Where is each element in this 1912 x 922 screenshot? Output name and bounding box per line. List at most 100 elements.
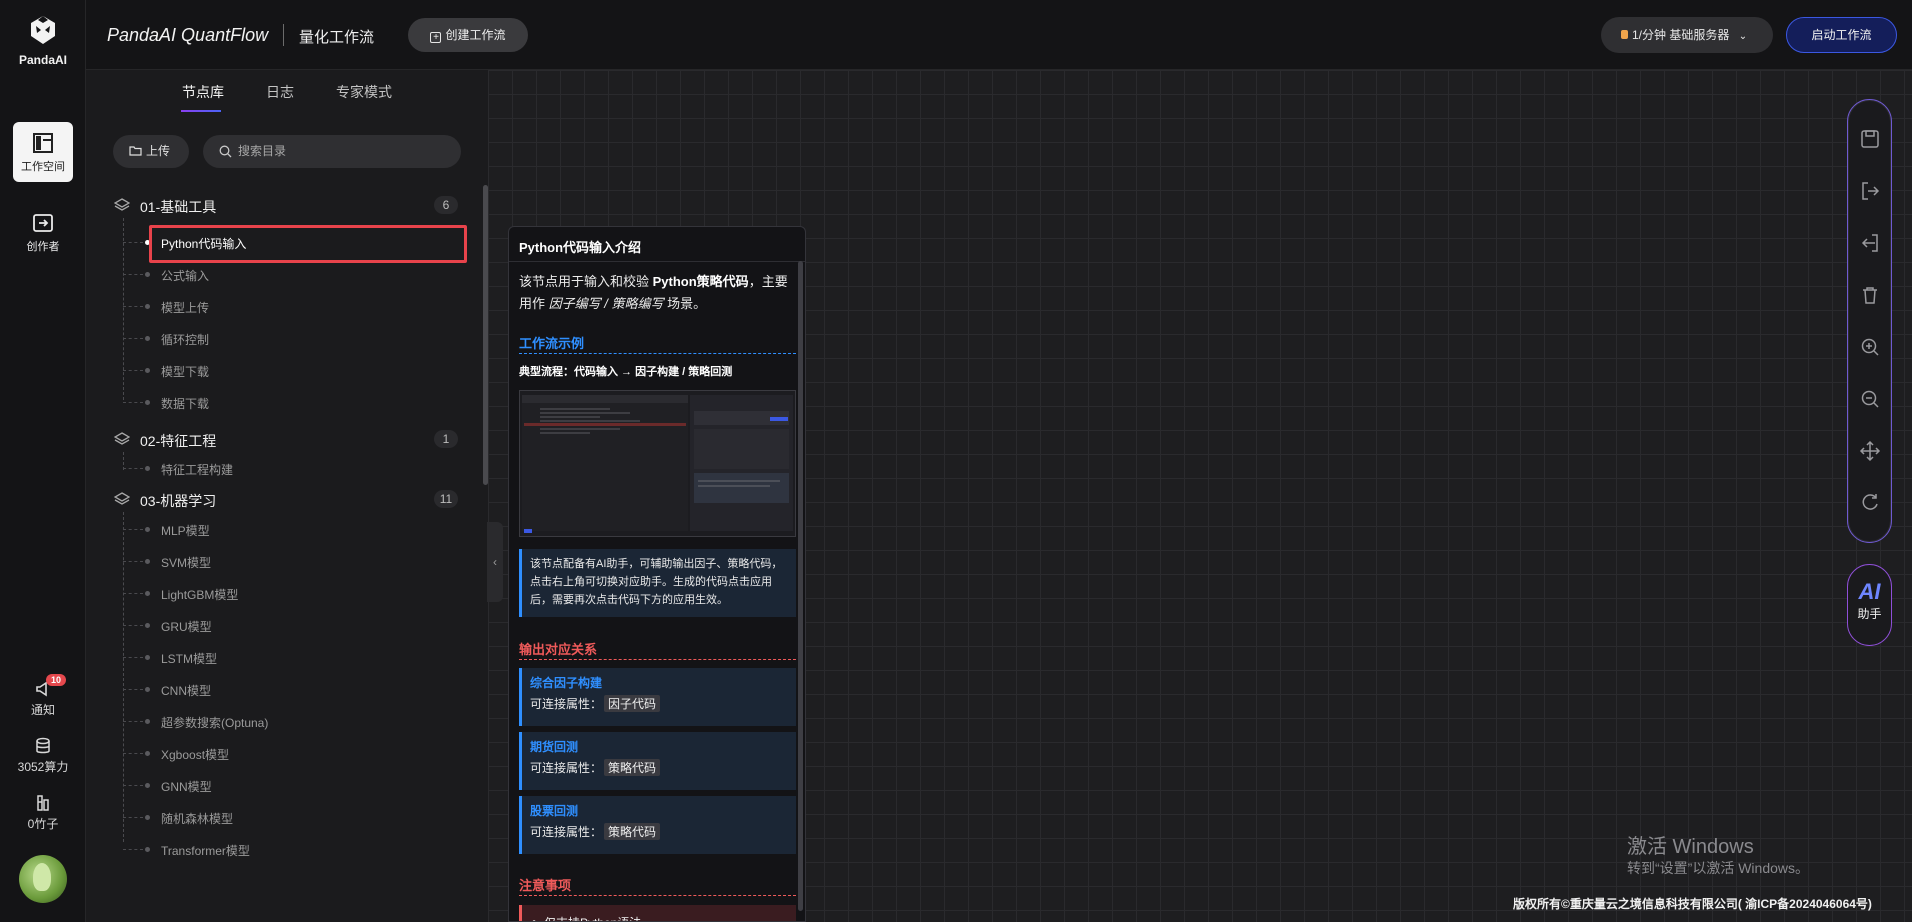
attr-tag: 策略代码 xyxy=(604,823,661,840)
panel-scrollbar[interactable] xyxy=(483,185,488,485)
node-item-label: SVM模型 xyxy=(161,556,212,570)
search-input[interactable]: 搜索目录 xyxy=(203,135,461,168)
folder-icon xyxy=(129,146,142,156)
tree-branch xyxy=(123,274,143,275)
bamboo-icon xyxy=(37,795,49,811)
save-icon[interactable] xyxy=(1859,128,1881,150)
rail-compute-label: 3052算力 xyxy=(17,760,69,774)
bullet xyxy=(145,655,150,660)
node-item-label: CNN模型 xyxy=(161,684,211,698)
output-card-attr: 可连接属性： 因子代码 xyxy=(530,695,788,712)
attr-label: 可连接属性： xyxy=(530,825,603,839)
bullet xyxy=(145,336,150,341)
launch-workflow-button[interactable]: 启动工作流 xyxy=(1786,17,1897,53)
example-screenshot xyxy=(519,390,796,537)
tab-expert-mode[interactable]: 专家模式 xyxy=(336,82,392,102)
output-card-title: 股票回测 xyxy=(530,804,579,818)
bullet xyxy=(145,623,150,628)
zoom-out-icon[interactable] xyxy=(1859,388,1881,410)
copyright: 版权所有©重庆量云之境信息科技有限公司( 渝ICP备2024046064号) xyxy=(1513,897,1872,911)
rail-workspace-label: 工作空间 xyxy=(21,161,65,173)
bullet xyxy=(145,719,150,724)
node-item-label: MLP模型 xyxy=(161,524,210,538)
bullet xyxy=(145,847,150,852)
upload-label: 上传 xyxy=(146,144,171,158)
rail-creator-label: 创作者 xyxy=(26,241,60,253)
bullet xyxy=(145,687,150,692)
note-bullet: • xyxy=(532,915,537,922)
plus-icon: + xyxy=(430,32,442,43)
upload-button[interactable]: 上传 xyxy=(113,135,189,168)
app-root: PandaAI 工作空间 创作者 10 通知 3052算力 0竹子 PandaA… xyxy=(0,0,1912,922)
logo[interactable]: PandaAI xyxy=(0,14,86,67)
panel-tabs: 节点库 日志 专家模式 xyxy=(86,70,488,112)
rail-notify[interactable]: 10 通知 xyxy=(0,674,86,718)
attr-label: 可连接属性： xyxy=(530,697,603,711)
category-name: 02-特征工程 xyxy=(140,433,217,449)
node-item-label: 模型上传 xyxy=(161,301,210,315)
section-notes-title: 注意事项 xyxy=(519,878,572,893)
chevron-down-icon: ⌄ xyxy=(1738,31,1748,42)
selection-highlight xyxy=(149,225,467,263)
output-card: 股票回测 可连接属性： 策略代码 xyxy=(519,796,796,854)
rail-bamboo[interactable]: 0竹子 xyxy=(0,794,86,832)
bullet xyxy=(145,466,150,471)
category-count: 1 xyxy=(434,430,458,448)
tree-branch xyxy=(123,338,143,339)
typical-flow: 典型流程：代码输入 → 因子构建 / 策略回测 xyxy=(519,366,733,378)
tab-log[interactable]: 日志 xyxy=(266,82,294,102)
layers-icon xyxy=(114,492,130,505)
tree-branch xyxy=(123,689,143,690)
collapse-panel-button[interactable]: ‹ xyxy=(487,522,503,602)
creator-icon xyxy=(33,214,53,232)
tree-branch xyxy=(123,625,143,626)
ai-assistant-tip: 该节点配备有AI助手，可辅助输出因子、策略代码，点击右上角可切换对应助手。生成的… xyxy=(519,549,796,617)
refresh-icon[interactable] xyxy=(1859,492,1881,514)
section-underline xyxy=(519,895,796,896)
node-item-label: 数据下载 xyxy=(161,397,210,411)
move-icon[interactable] xyxy=(1859,440,1881,462)
tree-branch xyxy=(123,529,143,530)
bullet xyxy=(145,559,150,564)
section-underline xyxy=(519,659,796,660)
rail-workspace-button[interactable]: 工作空间 xyxy=(13,122,73,182)
node-item-label: Xgboost模型 xyxy=(161,748,230,762)
popup-scrollbar[interactable] xyxy=(798,261,803,911)
tree-branch xyxy=(123,593,143,594)
zoom-in-icon[interactable] xyxy=(1859,336,1881,358)
rail-creator-button[interactable]: 创作者 xyxy=(13,202,73,262)
bullet xyxy=(145,304,150,309)
node-item-label: 超参数搜索(Optuna) xyxy=(161,716,269,730)
node-item-label: Transformer模型 xyxy=(161,844,250,858)
export-icon[interactable] xyxy=(1859,180,1881,202)
category-count: 11 xyxy=(434,490,458,508)
rail-bamboo-label: 0竹子 xyxy=(27,817,59,831)
rail-compute[interactable]: 3052算力 xyxy=(0,737,86,775)
tree-branch xyxy=(123,468,143,469)
section-underline xyxy=(519,353,796,354)
avatar[interactable] xyxy=(19,855,67,903)
ai-assistant-label: 助手 xyxy=(1857,607,1882,621)
create-workflow-label: 创建工作流 xyxy=(445,28,506,42)
attr-tag: 策略代码 xyxy=(604,759,661,776)
tree-branch xyxy=(123,817,143,818)
create-workflow-button[interactable]: + 创建工作流 xyxy=(408,18,528,52)
left-rail: PandaAI 工作空间 创作者 10 通知 3052算力 0竹子 xyxy=(0,0,86,922)
trash-icon[interactable] xyxy=(1859,284,1881,306)
import-icon[interactable] xyxy=(1859,232,1881,254)
output-card-title: 期货回测 xyxy=(530,740,579,754)
category-name: 03-机器学习 xyxy=(140,493,217,509)
tree-branch xyxy=(123,402,143,403)
database-icon xyxy=(36,737,50,754)
node-item-label: LSTM模型 xyxy=(161,652,218,666)
server-select[interactable]: 1/分钟 基础服务器 ⌄ xyxy=(1601,17,1773,53)
ai-assistant-button[interactable]: AI 助手 xyxy=(1847,564,1892,646)
node-library-panel: 节点库 日志 专家模式 上传 搜索目录 01-基础工具 6 Python代码输入… xyxy=(86,70,503,922)
output-card-title: 综合因子构建 xyxy=(530,676,603,690)
section-example-title: 工作流示例 xyxy=(519,336,585,351)
bullet xyxy=(145,815,150,820)
popup-title: Python代码输入介绍 xyxy=(519,240,642,255)
bullet xyxy=(145,783,150,788)
bullet xyxy=(145,368,150,373)
tab-node-library[interactable]: 节点库 xyxy=(182,82,224,102)
